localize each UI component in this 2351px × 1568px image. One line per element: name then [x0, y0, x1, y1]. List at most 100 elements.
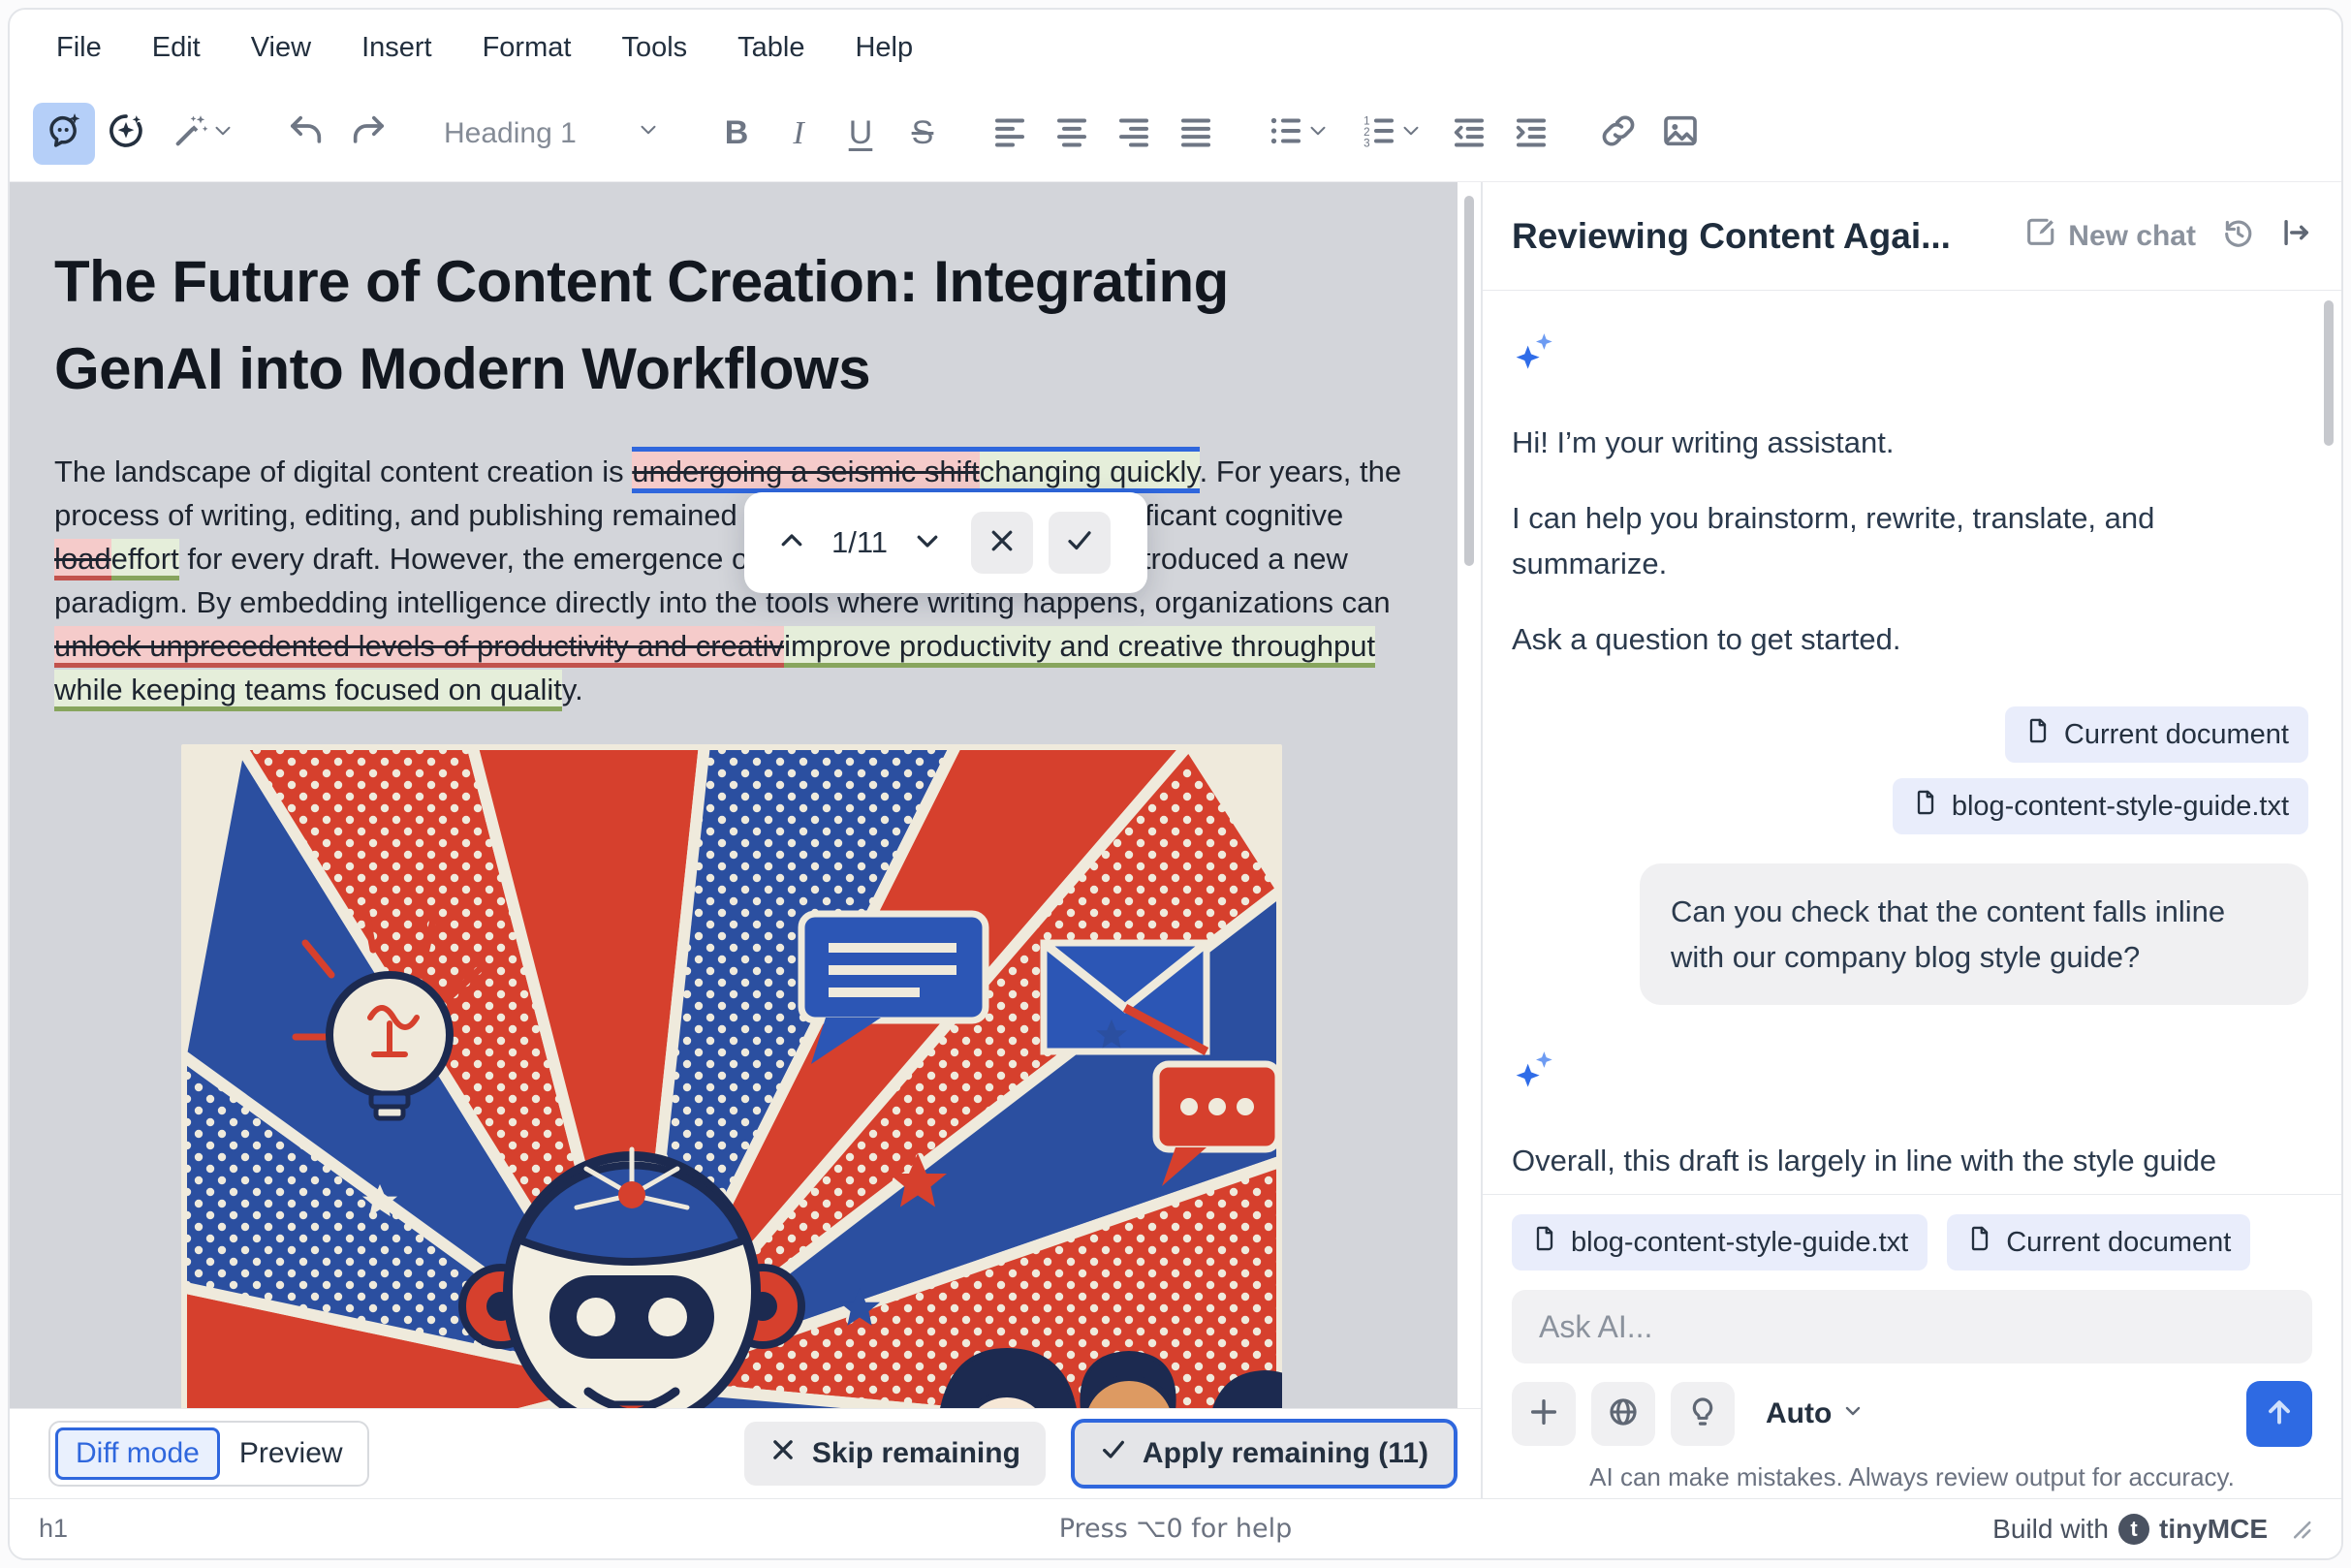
check-icon	[1100, 1436, 1127, 1471]
document-icon	[2024, 717, 2052, 752]
status-bar: Press ⌥0 for help h1 Build with t tinyMC…	[10, 1498, 2341, 1558]
italic-button[interactable]: I	[768, 103, 830, 165]
next-change-button[interactable]	[899, 512, 956, 574]
indent-button[interactable]	[1500, 103, 1562, 165]
menu-tools[interactable]: Tools	[596, 22, 712, 74]
image-button[interactable]	[1649, 103, 1711, 165]
editor-canvas[interactable]: The Future of Content Creation: Integrat…	[10, 182, 1483, 1498]
editor-scrollbar[interactable]	[1458, 182, 1481, 1409]
chat-scroll-area[interactable]: Hi! I’m your writing assistant. I can he…	[1483, 291, 2341, 1194]
close-icon	[987, 526, 1017, 560]
document-icon	[1912, 789, 1939, 824]
chevron-down-icon	[1841, 1397, 1865, 1430]
diff-mode-tab[interactable]: Diff mode	[55, 1427, 220, 1480]
chevron-down-icon	[210, 118, 235, 148]
context-chip-current-document[interactable]: Current document	[2004, 706, 2308, 763]
view-mode-toggle: Diff mode Preview	[48, 1421, 369, 1487]
numbered-list-button[interactable]: 123	[1345, 103, 1438, 165]
chevron-down-icon	[913, 526, 942, 560]
assistant-reply: Overall, this draft is largely in line w…	[1512, 1144, 2243, 1194]
paragraph-text: The landscape of digital content creatio…	[54, 455, 633, 488]
menu-insert[interactable]: Insert	[336, 22, 457, 74]
justify-button[interactable]	[1165, 103, 1227, 165]
tinymce-logo-icon: t	[2118, 1513, 2149, 1545]
previous-change-button[interactable]	[764, 512, 820, 574]
composer-chip-current-document[interactable]: Current document	[1947, 1214, 2251, 1270]
align-center-button[interactable]	[1041, 103, 1103, 165]
paragraph-text: y.	[561, 673, 583, 706]
menu-view[interactable]: View	[226, 22, 336, 74]
history-button[interactable]	[2221, 216, 2254, 257]
tracked-change-del[interactable]: load	[54, 539, 111, 580]
collapse-panel-button[interactable]	[2279, 216, 2312, 257]
block-format-value: Heading 1	[444, 116, 577, 149]
redo-button[interactable]	[337, 103, 399, 165]
ai-disclaimer: AI can make mistakes. Always review outp…	[1589, 1462, 2235, 1491]
skip-remaining-button[interactable]: Skip remaining	[743, 1422, 1046, 1486]
change-counter: 1/11	[831, 525, 889, 559]
outdent-button[interactable]	[1438, 103, 1500, 165]
link-button[interactable]	[1587, 103, 1649, 165]
brand-name[interactable]: tinyMCE	[2159, 1514, 2268, 1545]
add-attachment-button[interactable]	[1512, 1382, 1576, 1446]
menu-edit[interactable]: Edit	[127, 22, 226, 74]
context-chip-style-guide[interactable]: blog-content-style-guide.txt	[1892, 778, 2308, 834]
app-window: File Edit View Insert Format Tools Table…	[8, 8, 2343, 1560]
help-hint: Press ⌥0 for help	[1058, 1514, 1293, 1544]
outdent-icon	[1450, 111, 1489, 155]
editor-paragraph[interactable]: The landscape of digital content creatio…	[54, 447, 1413, 711]
tracked-change-del_sel[interactable]: undergoing a seismic shift	[632, 447, 980, 493]
diff-action-bar: Diff mode Preview Skip remaining Apply r…	[10, 1409, 1481, 1498]
composer-chip-style-guide[interactable]: blog-content-style-guide.txt	[1512, 1214, 1928, 1270]
underline-button[interactable]: U	[830, 103, 892, 165]
globe-icon	[1607, 1396, 1640, 1433]
element-path[interactable]: h1	[39, 1514, 68, 1544]
ai-assistant-button[interactable]	[33, 102, 95, 165]
ai-shortcuts-button[interactable]	[95, 103, 157, 165]
block-format-select[interactable]: Heading 1	[430, 103, 674, 165]
bullet-list-icon	[1267, 111, 1305, 155]
history-icon	[2221, 216, 2254, 257]
menu-file[interactable]: File	[31, 22, 127, 74]
document-title[interactable]: The Future of Content Creation: Integrat…	[54, 238, 1413, 413]
new-chat-button[interactable]: New chat	[2023, 216, 2196, 257]
chevron-down-icon	[636, 117, 661, 150]
align-right-button[interactable]	[1103, 103, 1165, 165]
document-image[interactable]	[181, 744, 1282, 1498]
preview-tab[interactable]: Preview	[220, 1427, 362, 1480]
undo-icon	[287, 111, 326, 155]
indent-icon	[1512, 111, 1551, 155]
bold-button[interactable]: B	[705, 103, 768, 165]
justify-icon	[1176, 111, 1215, 155]
web-search-button[interactable]	[1591, 1382, 1655, 1446]
accept-change-button[interactable]	[1049, 512, 1111, 574]
check-icon	[1065, 526, 1094, 560]
assistant-message: Ask a question to get started.	[1512, 622, 1901, 656]
collapse-panel-icon	[2279, 216, 2312, 257]
strikethrough-button[interactable]: S	[892, 103, 954, 165]
tracked-change-ins_sel[interactable]: changing quickly	[979, 447, 1200, 493]
magic-wand-button[interactable]	[157, 103, 250, 165]
undo-button[interactable]	[275, 103, 337, 165]
resize-handle-icon[interactable]	[2291, 1519, 2312, 1540]
suggestions-button[interactable]	[1671, 1382, 1735, 1446]
align-left-button[interactable]	[979, 103, 1041, 165]
bullet-list-button[interactable]	[1252, 103, 1345, 165]
send-button[interactable]	[2246, 1381, 2312, 1447]
tracked-change-del[interactable]: unlock unprecedented levels of productiv…	[54, 626, 785, 668]
ai-assistant-icon	[45, 111, 83, 155]
menu-table[interactable]: Table	[712, 22, 830, 74]
ai-mode-select[interactable]: Auto	[1766, 1397, 1865, 1430]
chat-scrollbar-thumb[interactable]	[2324, 300, 2334, 446]
tracked-change-ins[interactable]: effort	[110, 539, 179, 580]
apply-remaining-button[interactable]: Apply remaining (11)	[1070, 1419, 1458, 1489]
menu-format[interactable]: Format	[457, 22, 597, 74]
editor-scrollbar-thumb[interactable]	[1464, 196, 1474, 566]
reject-change-button[interactable]	[971, 512, 1033, 574]
conversation-title: Reviewing Content Agai...	[1512, 215, 1951, 256]
branding-text: Build with	[1992, 1513, 2109, 1544]
menu-help[interactable]: Help	[830, 22, 938, 74]
ask-ai-input[interactable]	[1512, 1290, 2312, 1364]
document-icon	[1966, 1225, 1993, 1260]
paragraph-text: for every draft. However, the emergence …	[54, 542, 1391, 619]
